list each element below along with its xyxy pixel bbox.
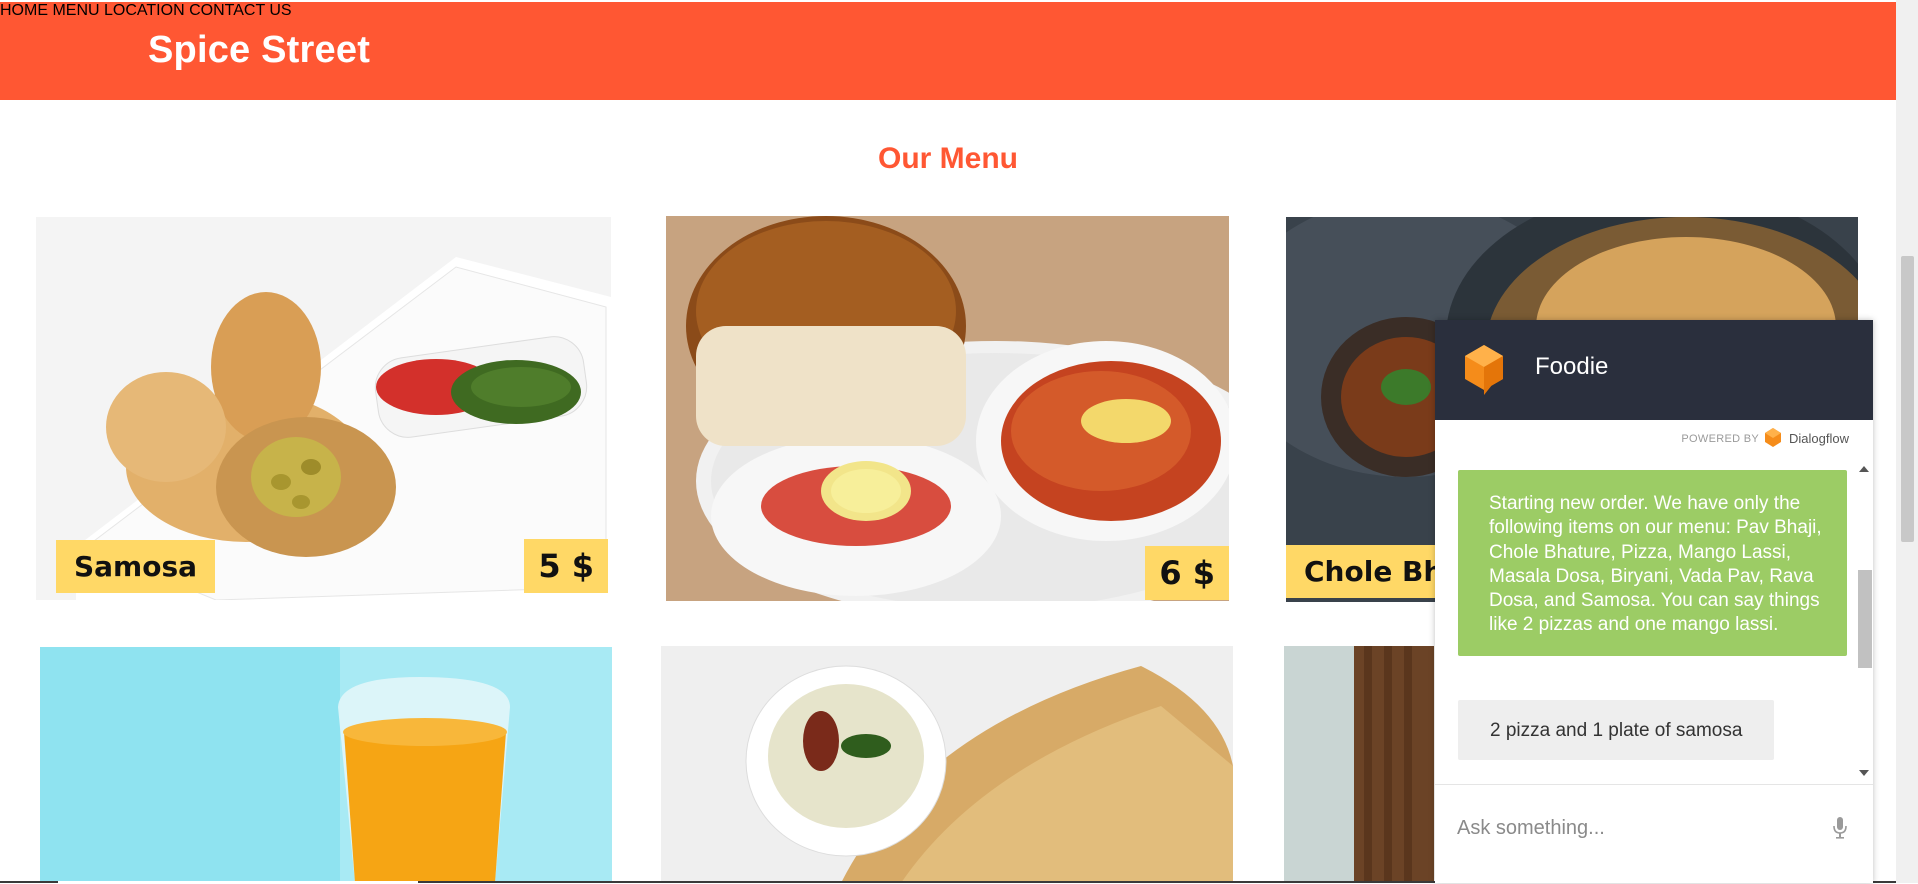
top-navbar: Spice Street HOME MENU LOCATION CONTACT … [0,2,1896,100]
chat-scrollbar-thumb[interactable] [1858,570,1872,668]
item-name-tag: Samosa [56,540,216,593]
chat-input[interactable] [1455,809,1799,847]
powered-by-label: POWERED BY [1681,433,1759,445]
mango-lassi-image [40,647,612,883]
chat-avatar-icon [1465,345,1503,395]
menu-card-biryani[interactable] [1284,646,1434,883]
chat-agent-name: Foodie [1535,353,1609,380]
pav-bhaji-image [666,216,1229,601]
nav-menu[interactable]: MENU [52,2,99,19]
item-price-tag: 5 $ [524,539,608,593]
brand-logo[interactable]: Spice Street [148,29,370,72]
chat-input-bar [1435,784,1873,884]
dialogflow-logo-icon [1765,428,1781,447]
mic-icon[interactable] [1833,817,1847,839]
nav-location[interactable]: LOCATION [104,2,185,19]
scroll-down-icon[interactable] [1859,770,1869,776]
chat-messages[interactable]: Starting new order. We have only the fol… [1435,458,1873,784]
biryani-image [1284,646,1434,883]
dialogflow-label[interactable]: Dialogflow [1789,431,1849,446]
menu-card-mango-lassi[interactable] [40,647,612,883]
page-scrollbar-thumb[interactable] [1901,256,1914,542]
item-price-tag: 6 $ [1145,546,1229,600]
scroll-up-icon[interactable] [1859,466,1869,472]
menu-heading: Our Menu [878,142,1018,175]
nav-home[interactable]: HOME [0,2,48,19]
powered-by-bar: POWERED BY Dialogflow [1435,420,1873,458]
nav-contact-us[interactable]: CONTACT US [189,2,292,19]
chat-header[interactable]: Foodie [1435,320,1873,420]
user-message: 2 pizza and 1 plate of samosa [1458,700,1775,760]
menu-card-masala-dosa[interactable] [661,646,1233,883]
masala-dosa-image [661,646,1233,883]
chat-scrollbar[interactable] [1855,458,1873,784]
bot-message: Starting new order. We have only the fol… [1458,470,1847,656]
menu-card-samosa[interactable]: Samosa 5 $ [36,217,611,600]
menu-card-pav-bhaji[interactable]: 6 $ [666,216,1229,601]
chat-widget[interactable]: Foodie POWERED BY Dialogflow Starting ne… [1435,320,1873,883]
